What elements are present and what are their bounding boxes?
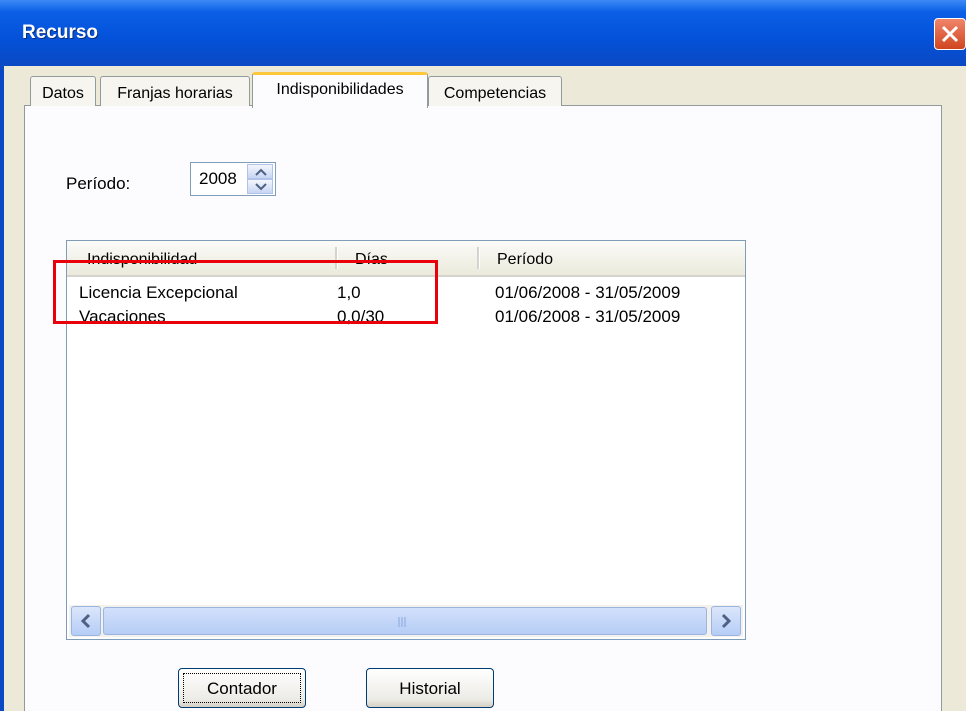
- arrow-left-icon: [80, 613, 91, 629]
- chevron-up-icon: [255, 168, 267, 176]
- window-title: Recurso: [22, 22, 99, 43]
- spin-down-button[interactable]: [247, 179, 273, 194]
- tab-competencias[interactable]: Competencias: [428, 76, 562, 106]
- column-header-periodo[interactable]: Período: [497, 241, 553, 275]
- periodo-label: Período:: [66, 174, 131, 193]
- cell-periodo: 01/06/2008 - 31/05/2009: [495, 307, 681, 326]
- cell-periodo: 01/06/2008 - 31/05/2009: [495, 283, 681, 302]
- grip-icon: [398, 617, 406, 627]
- contador-button[interactable]: Contador: [178, 668, 306, 708]
- window-border: [0, 66, 4, 711]
- dialog-window: Recurso Datos Franjas horarias Indisponi…: [0, 0, 966, 711]
- periodo-spinner[interactable]: 2008: [190, 162, 276, 196]
- arrow-right-icon: [721, 613, 732, 629]
- tab-indisponibilidades[interactable]: Indisponibilidades: [252, 72, 428, 108]
- column-separator[interactable]: [477, 247, 480, 269]
- highlight-annotation: [53, 260, 438, 324]
- focus-rectangle: [183, 673, 301, 703]
- tab-franjas-horarias[interactable]: Franjas horarias: [100, 76, 250, 106]
- historial-label: Historial: [399, 679, 461, 698]
- close-button[interactable]: [934, 18, 966, 50]
- horizontal-scrollbar[interactable]: [69, 605, 743, 637]
- scroll-left-button[interactable]: [71, 606, 101, 636]
- spin-up-button[interactable]: [247, 164, 273, 179]
- scroll-right-button[interactable]: [711, 606, 741, 636]
- periodo-value[interactable]: 2008: [199, 169, 237, 189]
- title-bar[interactable]: Recurso: [0, 0, 966, 66]
- tab-datos[interactable]: Datos: [30, 76, 96, 106]
- close-icon: [941, 25, 959, 43]
- historial-button[interactable]: Historial: [366, 668, 494, 708]
- chevron-down-icon: [255, 183, 267, 191]
- scrollbar-thumb[interactable]: [103, 607, 707, 635]
